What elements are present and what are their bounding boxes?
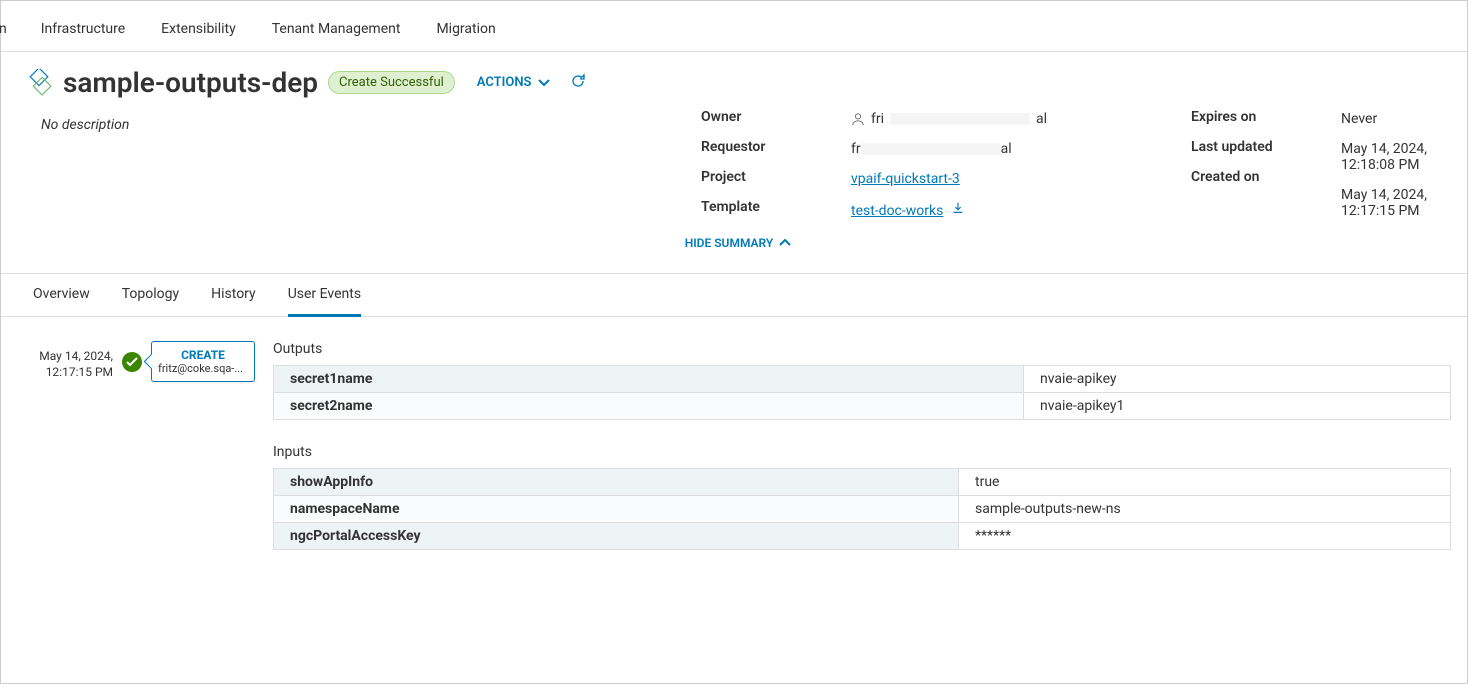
check-circle-icon [121,351,143,373]
tab-topology[interactable]: Topology [122,274,179,316]
input-key: namespaceName [274,496,959,523]
event-user: fritz@coke.sqa-... [158,362,248,375]
nav-item-migration[interactable]: Migration [436,21,495,37]
input-value: ****** [959,523,1451,550]
event-sidebar: May 14, 2024, 12:17:15 PM CREATE fritz@c… [17,341,255,574]
output-value: nvaie-apikey1 [1024,393,1451,420]
header-section: sample-outputs-dep Create Successful ACT… [1,52,1467,273]
project-label: Project [701,169,831,185]
download-icon[interactable] [951,203,965,219]
expires-value: Never [1341,111,1451,127]
page-title: sample-outputs-dep [63,66,318,99]
tab-user-events[interactable]: User Events [288,274,361,317]
event-timestamp: May 14, 2024, 12:17:15 PM [17,341,113,380]
refresh-icon[interactable] [570,73,586,93]
nav-item-partial[interactable]: n [0,21,7,37]
nav-item-tenant-management[interactable]: Tenant Management [272,21,401,37]
updated-label: Last updated [1191,139,1321,155]
hide-summary-button[interactable]: HIDE SUMMARY [685,236,792,250]
created-value: May 14, 2024, 12:17:15 PM [1341,187,1451,219]
table-row: namespaceName sample-outputs-new-ns [274,496,1451,523]
status-badge: Create Successful [328,71,455,94]
deployment-icon [25,69,53,97]
actions-button[interactable]: ACTIONS [477,75,550,90]
table-row: secret1name nvaie-apikey [274,366,1451,393]
expires-label: Expires on [1191,109,1321,125]
requestor-value: fral [851,141,1171,157]
top-nav: n Infrastructure Extensibility Tenant Ma… [1,1,1467,52]
table-row: ngcPortalAccessKey ****** [274,523,1451,550]
chevron-down-icon [538,79,550,87]
output-key: secret1name [274,366,1024,393]
inputs-label: Inputs [273,444,1451,460]
input-value: true [959,469,1451,496]
created-label: Created on [1191,169,1321,185]
table-row: showAppInfo true [274,469,1451,496]
chevron-up-icon [779,239,791,247]
event-card[interactable]: CREATE fritz@coke.sqa-... [151,341,255,382]
template-label: Template [701,199,831,215]
nav-item-extensibility[interactable]: Extensibility [161,21,236,37]
owner-value: frial [851,111,1171,127]
updated-value: May 14, 2024, 12:18:08 PM [1341,141,1451,173]
owner-label: Owner [701,109,831,125]
input-value: sample-outputs-new-ns [959,496,1451,523]
event-action: CREATE [158,348,248,362]
output-key: secret2name [274,393,1024,420]
outputs-table: secret1name nvaie-apikey secret2name nva… [273,365,1451,420]
project-link[interactable]: vpaif-quickstart-3 [851,171,960,187]
input-key: showAppInfo [274,469,959,496]
tabs: Overview Topology History User Events [1,273,1467,317]
inputs-table: showAppInfo true namespaceName sample-ou… [273,468,1451,550]
input-key: ngcPortalAccessKey [274,523,959,550]
tab-overview[interactable]: Overview [33,274,90,316]
requestor-label: Requestor [701,139,831,155]
no-description: No description [41,117,129,133]
user-icon [851,112,865,126]
output-value: nvaie-apikey [1024,366,1451,393]
table-row: secret2name nvaie-apikey1 [274,393,1451,420]
outputs-label: Outputs [273,341,1451,357]
template-link[interactable]: test-doc-works [851,203,943,219]
tab-history[interactable]: History [211,274,256,316]
nav-item-infrastructure[interactable]: Infrastructure [41,21,125,37]
